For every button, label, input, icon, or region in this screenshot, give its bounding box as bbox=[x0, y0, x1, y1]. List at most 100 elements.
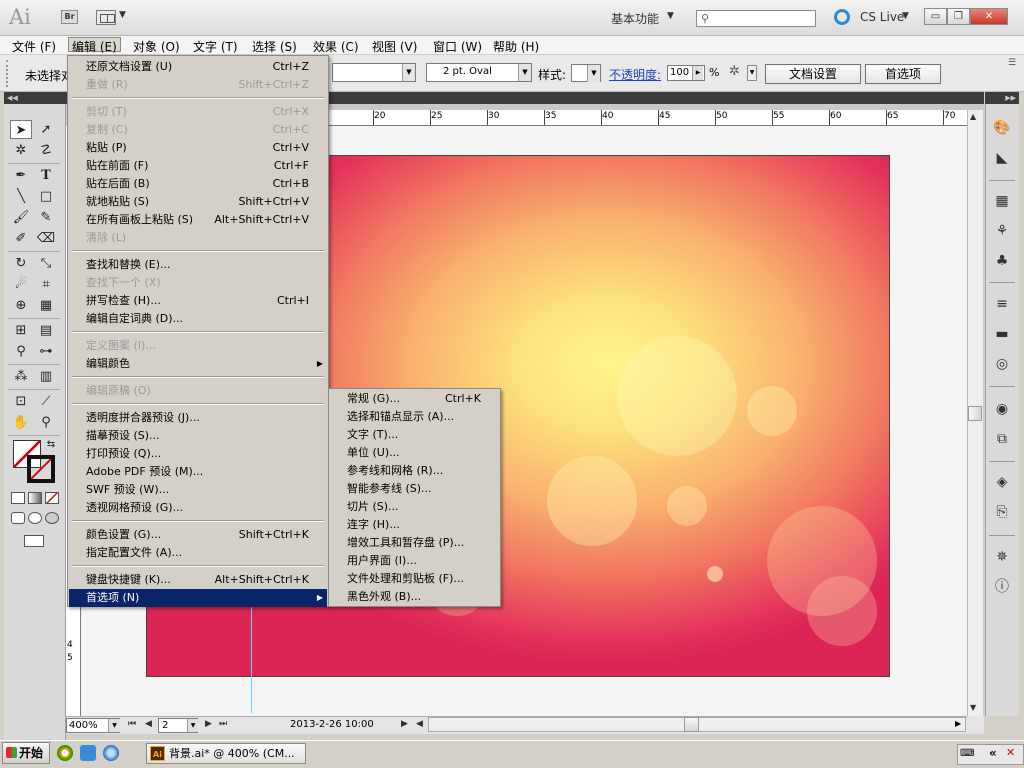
menu-print-presets[interactable]: 打印预设 (Q)... bbox=[69, 445, 327, 463]
chevron-left-icon[interactable]: « bbox=[989, 746, 997, 760]
perspective-grid-tool-icon[interactable]: ▦ bbox=[35, 296, 57, 315]
pref-selection-anchor[interactable]: 选择和锚点显示 (A)... bbox=[330, 408, 499, 426]
menu-edit-colors[interactable]: 编辑颜色 ▶ bbox=[69, 355, 327, 373]
menu-window[interactable]: 窗口 (W) bbox=[430, 38, 485, 54]
hand-tool-icon[interactable]: ✋ bbox=[10, 413, 32, 432]
selection-tool-icon[interactable]: ➤ bbox=[10, 120, 32, 139]
pref-slices[interactable]: 切片 (S)... bbox=[330, 498, 499, 516]
pref-general[interactable]: 常规 (G)... Ctrl+K bbox=[330, 390, 499, 408]
blob-brush-tool-icon[interactable]: ✐ bbox=[10, 229, 32, 248]
menu-find-replace[interactable]: 查找和替换 (E)... bbox=[69, 256, 327, 274]
type-tool-icon[interactable]: T bbox=[35, 166, 57, 185]
menu-file[interactable]: 文件 (F) bbox=[9, 38, 59, 54]
blend-tool-icon[interactable]: ⊶ bbox=[35, 342, 57, 361]
arrange-documents-icon[interactable] bbox=[96, 10, 116, 25]
panel-menu-icon[interactable]: ☰ bbox=[1008, 58, 1016, 68]
color-guide-icon[interactable]: ◣ bbox=[992, 149, 1012, 167]
document-setup-button[interactable]: 文档设置 bbox=[765, 64, 861, 84]
dock-collapse-bar[interactable]: ▶▶ bbox=[985, 92, 1019, 104]
swatches-icon[interactable]: ▦ bbox=[992, 192, 1012, 210]
rectangle-tool-icon[interactable]: □ bbox=[35, 187, 57, 206]
chevron-right-icon[interactable]: ▶ bbox=[692, 66, 703, 80]
media-player-icon[interactable] bbox=[57, 745, 73, 761]
scroll-up-icon[interactable]: ▲ bbox=[970, 112, 976, 121]
recolor-artwork-icon[interactable]: ✲ bbox=[729, 64, 740, 79]
brushes-icon[interactable]: ⚘ bbox=[992, 222, 1012, 240]
chevron-down-icon[interactable]: ▼ bbox=[518, 64, 531, 81]
eraser-tool-icon[interactable]: ⌫ bbox=[35, 229, 57, 248]
pencil-tool-icon[interactable]: ✎ bbox=[35, 208, 57, 227]
color-mode-icon[interactable] bbox=[11, 492, 25, 504]
menu-help[interactable]: 帮助 (H) bbox=[490, 38, 542, 54]
symbols-icon[interactable]: ♣ bbox=[992, 252, 1012, 270]
menu-object[interactable]: 对象 (O) bbox=[130, 38, 183, 54]
cs-live-icon[interactable] bbox=[834, 9, 850, 25]
menu-paste[interactable]: 粘贴 (P) Ctrl+V bbox=[69, 139, 327, 157]
taskbar-illustrator[interactable]: 背景.ai* @ 400% (CM... bbox=[146, 743, 306, 764]
stroke-icon[interactable]: ≡ bbox=[992, 295, 1012, 313]
menu-paste-all-artboards[interactable]: 在所有画板上粘贴 (S) Alt+Shift+Ctrl+V bbox=[69, 211, 327, 229]
draw-normal-icon[interactable] bbox=[11, 512, 25, 524]
line-tool-icon[interactable]: ╲ bbox=[10, 187, 32, 206]
chevron-down-icon[interactable]: ▼ bbox=[187, 719, 198, 732]
style-dropdown[interactable]: ▼ bbox=[571, 64, 601, 82]
prev-artboard-icon[interactable]: ◀ bbox=[145, 719, 152, 729]
artboards-icon[interactable]: ⎘ bbox=[992, 503, 1012, 521]
menu-edit[interactable]: 编辑 (E) bbox=[68, 37, 121, 54]
guide-line[interactable] bbox=[251, 605, 252, 713]
next-artboard-icon[interactable]: ▶ bbox=[205, 719, 212, 729]
symbol-sprayer-tool-icon[interactable]: ⁂ bbox=[10, 367, 32, 386]
scroll-down-icon[interactable]: ▼ bbox=[970, 703, 976, 712]
scroll-right-icon[interactable]: ▶ bbox=[955, 719, 961, 728]
chevron-down-icon[interactable]: ▼ bbox=[402, 64, 415, 81]
eyedropper-tool-icon[interactable]: ⚲ bbox=[10, 342, 32, 361]
menu-keyboard-shortcuts[interactable]: 键盘快捷键 (K)... Alt+Shift+Ctrl+K bbox=[69, 571, 327, 589]
chevron-down-icon[interactable]: ▼ bbox=[587, 65, 600, 82]
menu-flattener-presets[interactable]: 透明度拼合器预设 (J)... bbox=[69, 409, 327, 427]
close-tray-icon[interactable]: ✕ bbox=[1006, 746, 1015, 759]
chevron-down-icon[interactable]: ▼ bbox=[747, 65, 757, 81]
stroke-swatch[interactable] bbox=[27, 455, 55, 483]
swap-colors-icon[interactable]: ⇆ bbox=[44, 435, 58, 454]
vertical-scroll-thumb[interactable] bbox=[968, 406, 982, 421]
menu-effect[interactable]: 效果 (C) bbox=[310, 38, 362, 54]
tools-collapse-bar[interactable]: ◀◀ bbox=[4, 92, 66, 104]
color-panel-icon[interactable]: 🎨 bbox=[992, 119, 1012, 137]
lasso-tool-icon[interactable]: ☡ bbox=[35, 141, 57, 160]
slice-tool-icon[interactable]: ⟋ bbox=[35, 392, 57, 411]
desktop-icon[interactable] bbox=[80, 745, 96, 761]
pref-black-appearance[interactable]: 黑色外观 (B)... bbox=[330, 588, 499, 606]
graphic-styles-icon[interactable]: ⧉ bbox=[992, 430, 1012, 448]
menu-paste-in-back[interactable]: 贴在后面 (B) Ctrl+B bbox=[69, 175, 327, 193]
menu-perspective-presets[interactable]: 透视网格预设 (G)... bbox=[69, 499, 327, 517]
appearance-icon[interactable]: ◉ bbox=[992, 400, 1012, 418]
free-transform-tool-icon[interactable]: ⌗ bbox=[35, 275, 57, 294]
gradient-tool-icon[interactable]: ▤ bbox=[35, 321, 57, 340]
pref-smart-guides[interactable]: 智能参考线 (S)... bbox=[330, 480, 499, 498]
search-input[interactable]: ⚲ bbox=[696, 10, 816, 27]
info-icon[interactable]: ⓘ bbox=[992, 578, 1012, 596]
menu-paste-in-front[interactable]: 贴在前面 (F) Ctrl+F bbox=[69, 157, 327, 175]
scale-tool-icon[interactable]: ⤡ bbox=[35, 254, 57, 273]
zoom-tool-icon[interactable]: ⚲ bbox=[35, 413, 57, 432]
menu-spell-check[interactable]: 拼写检查 (H)... Ctrl+I bbox=[69, 292, 327, 310]
menu-swf-presets[interactable]: SWF 预设 (W)... bbox=[69, 481, 327, 499]
menu-assign-profile[interactable]: 指定配置文件 (A)... bbox=[69, 544, 327, 562]
none-mode-icon[interactable] bbox=[45, 492, 59, 504]
gradient-icon[interactable]: ▬ bbox=[992, 325, 1012, 343]
menu-paste-in-place[interactable]: 就地粘贴 (S) Shift+Ctrl+V bbox=[69, 193, 327, 211]
menu-tracing-presets[interactable]: 描摹预设 (S)... bbox=[69, 427, 327, 445]
chevron-down-icon[interactable]: ▼ bbox=[902, 11, 909, 21]
preferences-button[interactable]: 首选项 bbox=[865, 64, 941, 84]
minimize-button[interactable]: ▭ bbox=[924, 8, 947, 25]
horizontal-ruler[interactable]: 20 25 30 35 40 45 50 55 60 65 70 bbox=[329, 110, 979, 126]
screen-mode-icon[interactable] bbox=[24, 535, 44, 547]
draw-inside-icon[interactable] bbox=[45, 512, 59, 524]
chevron-down-icon[interactable]: ▼ bbox=[119, 10, 126, 20]
first-artboard-icon[interactable]: ⏮ bbox=[128, 719, 136, 729]
ie-icon[interactable] bbox=[103, 745, 119, 761]
navigator-icon[interactable]: ✵ bbox=[992, 548, 1012, 566]
restore-button[interactable]: ❐ bbox=[947, 8, 970, 25]
workspace-switcher[interactable]: 基本功能 bbox=[611, 10, 659, 27]
magic-wand-tool-icon[interactable]: ✲ bbox=[10, 141, 32, 160]
